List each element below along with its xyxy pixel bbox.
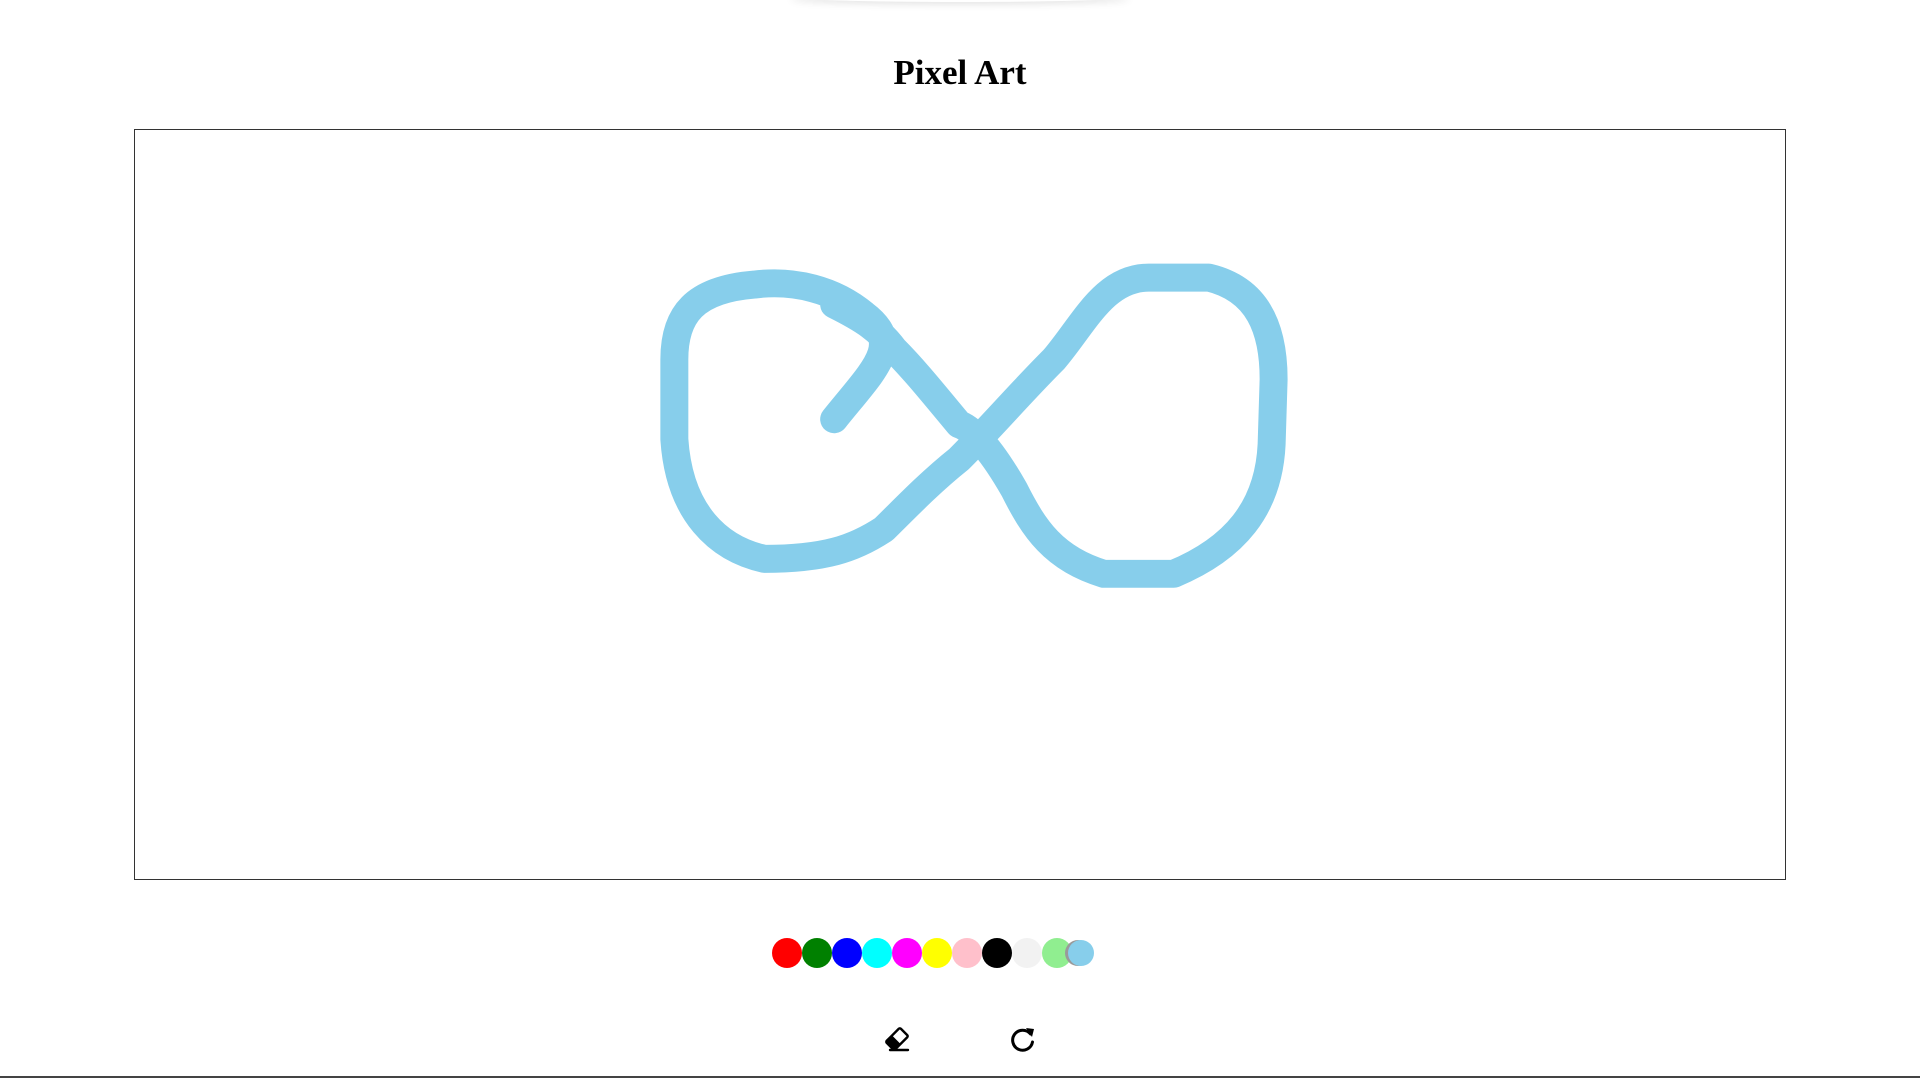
reset-icon <box>1011 1028 1034 1052</box>
top-shadow <box>790 0 1130 2</box>
color-palette <box>772 938 1098 968</box>
eraser-button[interactable] <box>882 1024 912 1054</box>
color-swatch-whitesmoke[interactable] <box>1012 938 1042 968</box>
drawing-canvas[interactable] <box>134 129 1786 880</box>
color-swatch-cyan[interactable] <box>862 938 892 968</box>
color-swatch-pink[interactable] <box>952 938 982 968</box>
page-title: Pixel Art <box>893 53 1027 93</box>
infinity-stroke <box>660 263 1288 588</box>
color-swatch-blue[interactable] <box>832 938 862 968</box>
color-swatch-red[interactable] <box>772 938 802 968</box>
color-swatch-green[interactable] <box>802 938 832 968</box>
canvas-drawing-layer <box>660 263 1288 588</box>
color-swatch-yellow[interactable] <box>922 938 952 968</box>
reset-button[interactable] <box>1008 1024 1038 1054</box>
color-swatch-magenta[interactable] <box>892 938 922 968</box>
eraser-icon <box>885 1027 910 1052</box>
color-swatch-black[interactable] <box>982 938 1012 968</box>
color-swatch-skyblue[interactable] <box>1068 940 1094 966</box>
